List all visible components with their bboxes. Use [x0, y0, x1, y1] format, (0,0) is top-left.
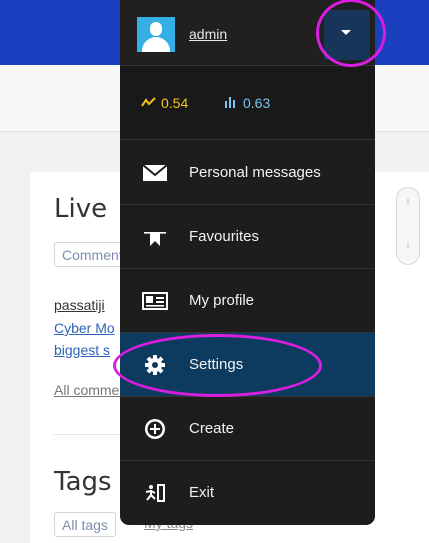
menu-item-label: Personal messages — [189, 164, 321, 181]
menu-item-label: My profile — [189, 292, 255, 309]
highlight-ring-settings — [113, 334, 322, 397]
comment-author-link[interactable]: passatiji — [54, 297, 105, 313]
comment-topic-link-continued[interactable]: biggest s — [54, 342, 110, 358]
menu-item-exit[interactable]: Exit — [120, 461, 375, 525]
live-scroll-control: ↑ ↓ — [396, 187, 420, 265]
avatar-head-icon — [150, 22, 162, 36]
comment-topic-link[interactable]: Cyber Mo — [54, 320, 115, 336]
user-dropdown-menu: admin 0.54 0.63 Personal messages Favour… — [120, 0, 375, 525]
id-card-icon — [142, 292, 168, 310]
menu-item-personal-messages[interactable]: Personal messages — [120, 141, 375, 205]
bookmark-icon — [144, 232, 166, 246]
highlight-ring-toggle — [316, 0, 386, 67]
menu-item-favourites[interactable]: Favourites — [120, 205, 375, 269]
scroll-down-arrow-icon[interactable]: ↓ — [397, 238, 419, 250]
tags-section-title: Tags — [54, 467, 112, 497]
scroll-up-arrow-icon[interactable]: ↑ — [397, 196, 419, 208]
rating-value: 0.54 — [161, 95, 189, 111]
menu-item-label: Create — [189, 420, 235, 437]
avatar[interactable] — [137, 17, 175, 52]
skill-bars-icon — [225, 97, 235, 108]
tab-all-tags[interactable]: All tags — [54, 512, 116, 537]
rating-icon — [141, 97, 156, 107]
menu-item-label: Favourites — [189, 228, 260, 245]
user-stats: 0.54 0.63 — [120, 66, 375, 140]
live-section-title: Live — [54, 194, 108, 224]
menu-item-label: Exit — [189, 484, 215, 501]
skill-value: 0.63 — [243, 95, 271, 111]
menu-item-create[interactable]: Create — [120, 397, 375, 461]
exit-icon — [145, 484, 165, 502]
envelope-icon — [142, 164, 168, 181]
plus-circle-icon — [145, 419, 165, 439]
username-link[interactable]: admin — [189, 26, 227, 42]
avatar-body-icon — [142, 37, 170, 52]
menu-item-my-profile[interactable]: My profile — [120, 269, 375, 333]
